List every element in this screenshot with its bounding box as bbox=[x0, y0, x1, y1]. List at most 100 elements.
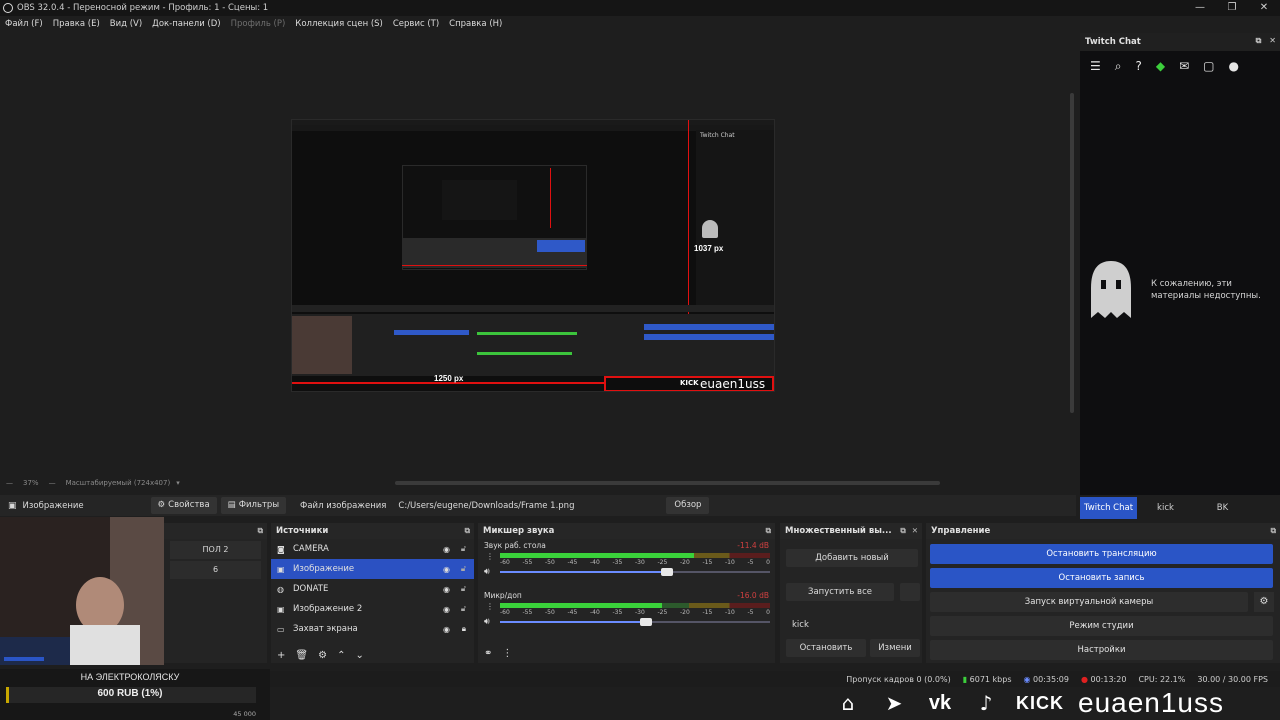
preview-scrollbar[interactable] bbox=[1068, 33, 1076, 493]
kebab-icon[interactable]: ⋮ bbox=[502, 648, 512, 659]
menu-help[interactable]: Справка (H) bbox=[444, 19, 507, 29]
prime-icon[interactable]: ◆ bbox=[1156, 59, 1165, 73]
extra-button[interactable] bbox=[900, 583, 920, 601]
twitch-icon: ⌂ bbox=[841, 691, 855, 715]
speaker-icon[interactable]: 🔊︎ bbox=[484, 617, 490, 627]
move-up-icon[interactable]: ⌃ bbox=[337, 650, 345, 661]
menu-edit[interactable]: Правка (E) bbox=[48, 19, 105, 29]
undock-icon[interactable]: ⧉ bbox=[465, 526, 470, 536]
visibility-eye-icon[interactable]: ◉ bbox=[443, 565, 450, 574]
zoom-in-button[interactable]: — bbox=[49, 479, 56, 487]
meter-level bbox=[500, 553, 695, 558]
menu-docks[interactable]: Док-панели (D) bbox=[147, 19, 225, 29]
tab-kick[interactable]: kick bbox=[1137, 497, 1194, 519]
maximize-button[interactable]: ❐ bbox=[1216, 0, 1248, 16]
properties-button[interactable]: ⚙ Свойства bbox=[150, 497, 217, 514]
search-icon[interactable]: ⌕ bbox=[1115, 59, 1122, 74]
avatar[interactable]: ● bbox=[1229, 59, 1239, 73]
menu-view[interactable]: Вид (V) bbox=[105, 19, 147, 29]
meter-tick: -45 bbox=[567, 559, 578, 566]
unlocked-icon[interactable]: 🔓︎ bbox=[461, 584, 466, 594]
kebab-icon[interactable]: ⋮ bbox=[486, 602, 494, 611]
meter-tick: -50 bbox=[545, 559, 555, 566]
source-item-screen-capture[interactable]: ▭ Захват экрана ◉ 🔒︎ bbox=[271, 619, 474, 639]
close-button[interactable]: ✕ bbox=[1248, 0, 1280, 16]
edit-target-button[interactable]: Измени bbox=[870, 639, 920, 657]
undock-icon[interactable]: ⧉ bbox=[1271, 526, 1276, 536]
slider-handle[interactable] bbox=[639, 618, 652, 626]
volume-slider[interactable] bbox=[500, 618, 770, 626]
minimize-button[interactable]: — bbox=[1184, 0, 1216, 16]
meter-tick: -25 bbox=[657, 609, 668, 616]
add-icon[interactable]: + bbox=[277, 650, 285, 661]
tab-vk[interactable]: BK bbox=[1194, 497, 1251, 519]
visibility-eye-icon[interactable]: ◉ bbox=[443, 625, 450, 634]
add-new-button[interactable]: Добавить новый bbox=[786, 549, 918, 567]
meter-tick: -30 bbox=[635, 559, 645, 566]
unlocked-icon[interactable]: 🔓︎ bbox=[461, 564, 466, 574]
close-icon[interactable]: ✕ bbox=[912, 526, 918, 536]
title-bar: OBS 32.0.4 - Переносной режим - Профиль:… bbox=[0, 0, 1280, 16]
slider-handle[interactable] bbox=[661, 568, 674, 576]
settings-button[interactable]: Настройки bbox=[930, 640, 1273, 660]
trash-icon[interactable]: 🗑︎ bbox=[295, 650, 308, 661]
source-item-camera[interactable]: ◙ CAMERA ◉ 🔓︎ bbox=[271, 539, 474, 559]
move-down-icon[interactable]: ⌄ bbox=[355, 650, 363, 661]
gear-icon[interactable]: ⚙ bbox=[318, 650, 327, 661]
scene-item[interactable]: ПОЛ 2 bbox=[170, 541, 261, 559]
menu-file[interactable]: Файл (F) bbox=[0, 19, 48, 29]
visibility-eye-icon[interactable]: ◉ bbox=[443, 605, 450, 614]
undock-icon[interactable]: ⧉ bbox=[258, 526, 263, 536]
undock-icon[interactable]: ⧉ bbox=[766, 526, 771, 536]
filters-button[interactable]: ▤ Фильтры bbox=[220, 497, 287, 514]
source-item-image[interactable]: ▣ Изображение ◉ 🔓︎ bbox=[271, 559, 474, 579]
start-virtual-camera-button[interactable]: Запуск виртуальной камеры bbox=[930, 592, 1248, 612]
stop-recording-button[interactable]: Остановить запись bbox=[930, 568, 1273, 588]
volume-slider[interactable] bbox=[500, 568, 770, 576]
meter-tick: -55 bbox=[522, 559, 533, 566]
link-icon[interactable]: ⚭ bbox=[484, 648, 492, 659]
multistream-dock-header: Множественный вы... ⧉ ✕ bbox=[780, 523, 922, 539]
nested-meter-2 bbox=[477, 352, 572, 355]
source-item-image-2[interactable]: ▣ Изображение 2 ◉ 🔓︎ bbox=[271, 599, 474, 619]
horizontal-scrollbar[interactable] bbox=[395, 481, 940, 485]
undock-icon[interactable]: ⧉ bbox=[1256, 36, 1262, 46]
controls-dock-header: Управление ⧉ bbox=[926, 523, 1280, 539]
browse-button[interactable]: Обзор bbox=[666, 497, 710, 514]
unlocked-icon[interactable]: 🔓︎ bbox=[461, 544, 466, 554]
mixer-dock-header: Микшер звука ⧉ bbox=[478, 523, 775, 539]
scale-mode[interactable]: Масштабируемый (724x407) bbox=[66, 479, 171, 487]
menu-profile[interactable]: Профиль (P) bbox=[226, 19, 291, 29]
source-item-donate[interactable]: ◍ DONATE ◉ 🔓︎ bbox=[271, 579, 474, 599]
mail-icon[interactable]: ✉ bbox=[1179, 59, 1189, 73]
scene-item[interactable]: 6 bbox=[170, 561, 261, 579]
unlocked-icon[interactable]: 🔓︎ bbox=[461, 604, 466, 614]
studio-mode-button[interactable]: Режим студии bbox=[930, 616, 1273, 636]
chevron-down-icon[interactable]: ▾ bbox=[176, 479, 180, 487]
gear-icon[interactable]: ⚙ bbox=[1254, 592, 1274, 612]
meter-tick: -35 bbox=[612, 609, 623, 616]
close-icon[interactable]: ✕ bbox=[1269, 36, 1276, 46]
kebab-icon[interactable]: ⋮ bbox=[486, 552, 494, 561]
menu-tools[interactable]: Сервис (T) bbox=[388, 19, 444, 29]
zoom-out-button[interactable]: — bbox=[6, 479, 13, 487]
visibility-eye-icon[interactable]: ◉ bbox=[443, 545, 450, 554]
meter-tick: -15 bbox=[702, 559, 713, 566]
scene-canvas[interactable]: Twitch Chat 1037 px 1250 px KICK euaen1u… bbox=[291, 119, 775, 392]
preview-area[interactable]: Twitch Chat 1037 px 1250 px KICK euaen1u… bbox=[0, 33, 1068, 475]
chat-icon[interactable]: ▢ bbox=[1203, 59, 1214, 73]
stop-target-button[interactable]: Остановить bbox=[786, 639, 866, 657]
tab-twitch-chat[interactable]: Twitch Chat bbox=[1080, 497, 1137, 519]
help-icon[interactable]: ? bbox=[1136, 59, 1142, 73]
speaker-icon[interactable]: 🔊︎ bbox=[484, 567, 490, 577]
visibility-eye-icon[interactable]: ◉ bbox=[443, 585, 450, 594]
stop-streaming-button[interactable]: Остановить трансляцию bbox=[930, 544, 1273, 564]
record-time: ● 00:13:20 bbox=[1080, 674, 1127, 684]
meter-tick: 0 bbox=[766, 609, 770, 616]
menu-icon[interactable]: ☰ bbox=[1090, 59, 1101, 73]
start-all-button[interactable]: Запустить все bbox=[786, 583, 894, 601]
undock-icon[interactable]: ⧉ bbox=[900, 526, 905, 536]
menu-scene-collection[interactable]: Коллекция сцен (S) bbox=[290, 19, 388, 29]
locked-icon[interactable]: 🔒︎ bbox=[462, 624, 466, 634]
file-label: Файл изображения bbox=[300, 500, 387, 511]
